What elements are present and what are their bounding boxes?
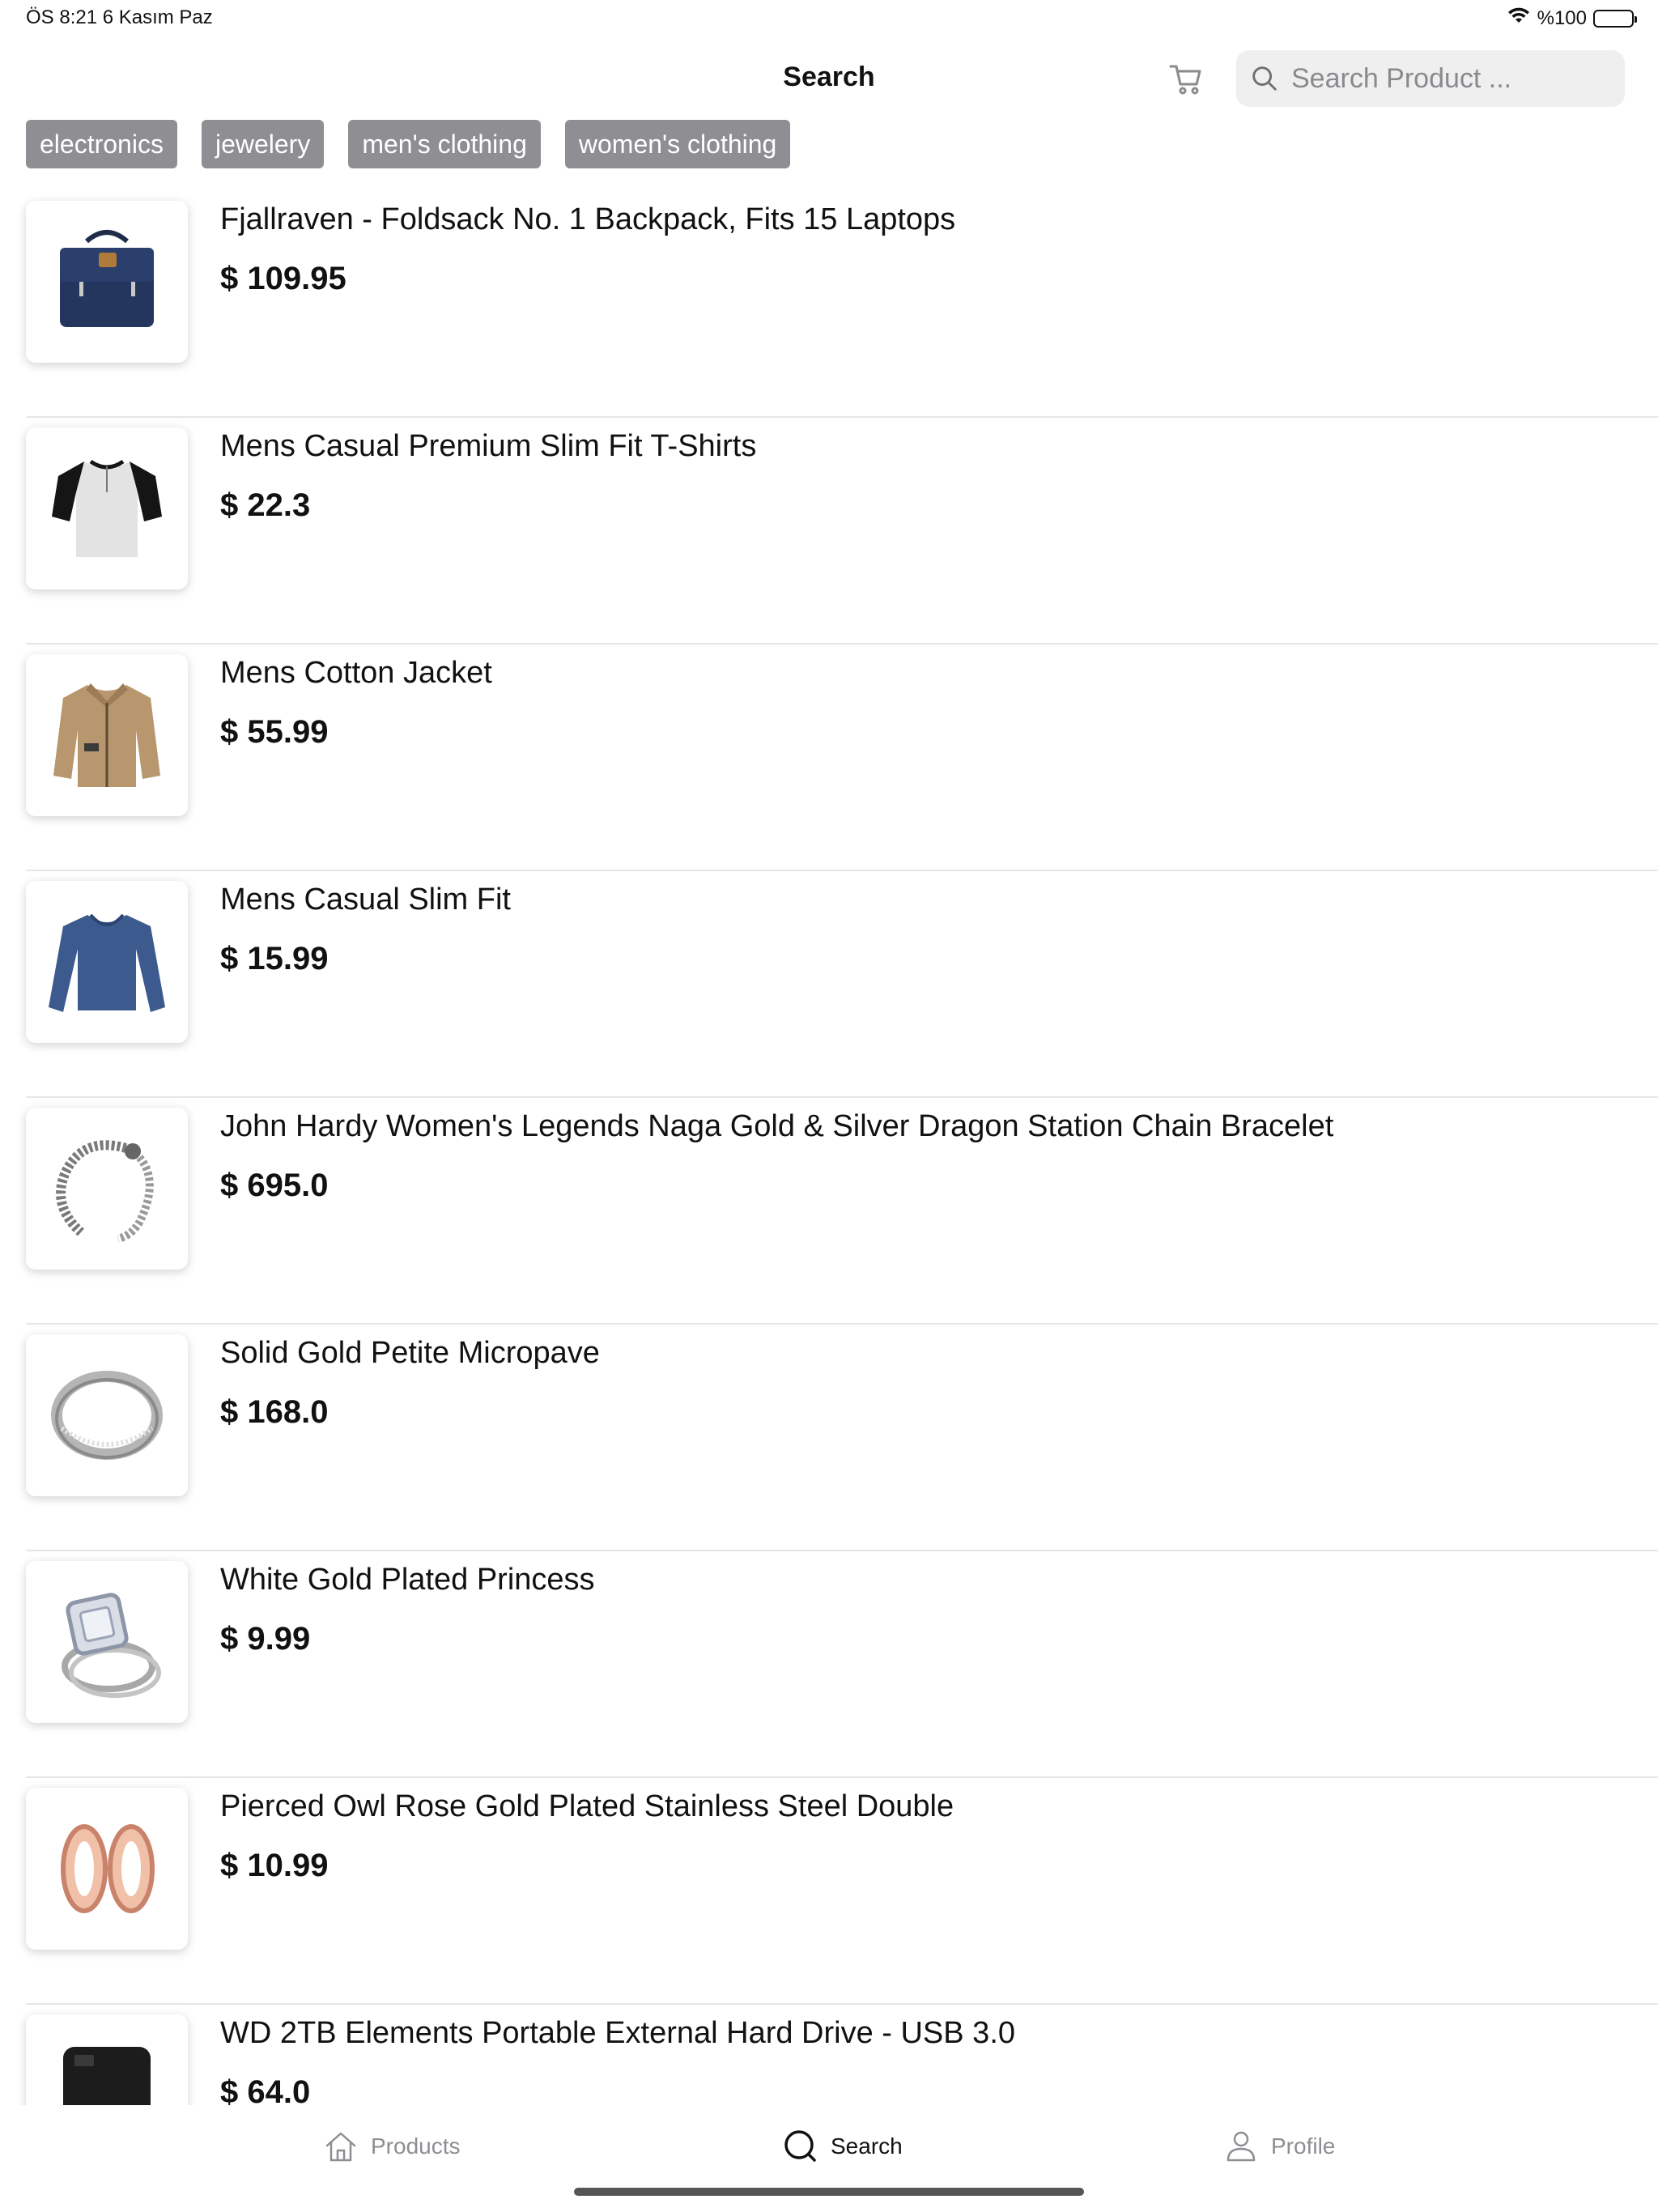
battery-icon <box>1593 9 1637 28</box>
tab-search[interactable]: Search <box>782 2128 903 2165</box>
home-indicator[interactable] <box>574 2188 1084 2196</box>
battery-percent: %100 <box>1537 6 1587 29</box>
product-row[interactable]: White Gold Plated Princess $ 9.99 <box>26 1551 1658 1778</box>
nav-bar: Search <box>0 47 1658 112</box>
product-thumbnail <box>26 881 188 1043</box>
search-icon <box>784 2130 816 2162</box>
product-price: $ 9.99 <box>220 1621 311 1657</box>
longsleeve-icon <box>49 913 165 1012</box>
ring-icon <box>51 1371 163 1460</box>
product-thumbnail <box>26 201 188 363</box>
product-name: John Hardy Women's Legends Naga Gold & S… <box>220 1109 1334 1143</box>
product-thumbnail <box>26 1108 188 1270</box>
product-row[interactable]: Mens Cotton Jacket $ 55.99 <box>26 644 1658 871</box>
product-price: $ 695.0 <box>220 1168 329 1203</box>
category-chip-jewelery[interactable]: jewelery <box>201 120 325 168</box>
product-name: Fjallraven - Foldsack No. 1 Backpack, Fi… <box>220 202 956 236</box>
person-icon <box>1226 2131 1256 2162</box>
wifi-icon <box>1507 6 1531 30</box>
product-name: Pierced Owl Rose Gold Plated Stainless S… <box>220 1789 954 1823</box>
product-row[interactable]: WD 2TB Elements Portable External Hard D… <box>26 2005 1658 2105</box>
product-name: Mens Cotton Jacket <box>220 656 492 690</box>
product-row[interactable]: Fjallraven - Foldsack No. 1 Backpack, Fi… <box>26 191 1658 418</box>
product-row[interactable]: Pierced Owl Rose Gold Plated Stainless S… <box>26 1778 1658 2005</box>
cart-button[interactable] <box>1166 58 1208 100</box>
earrings-icon <box>61 1824 155 1913</box>
product-thumbnail <box>26 1334 188 1496</box>
category-chip-electronics[interactable]: electronics <box>26 120 177 168</box>
product-price: $ 15.99 <box>220 941 329 976</box>
category-filters: electronics jewelery men's clothing wome… <box>26 120 791 168</box>
status-indicators: %100 <box>1507 6 1637 30</box>
category-chip-womens-clothing[interactable]: women's clothing <box>564 120 791 168</box>
tab-label: Products <box>371 2133 461 2159</box>
product-name: WD 2TB Elements Portable External Hard D… <box>220 2016 1016 2050</box>
cart-icon <box>1169 65 1201 95</box>
jacket-icon <box>53 683 160 787</box>
tab-label: Profile <box>1271 2133 1336 2159</box>
product-price: $ 55.99 <box>220 714 329 750</box>
product-name: Mens Casual Slim Fit <box>220 883 511 917</box>
product-row[interactable]: Mens Casual Premium Slim Fit T-Shirts $ … <box>26 418 1658 644</box>
tshirt-icon <box>52 459 162 557</box>
product-price: $ 22.3 <box>220 487 311 523</box>
product-name: White Gold Plated Princess <box>220 1563 595 1597</box>
product-price: $ 168.0 <box>220 1394 329 1430</box>
hard-drive-icon <box>63 2047 151 2105</box>
bracelet-icon <box>56 1140 154 1243</box>
diamond-ring-icon <box>62 1593 161 1698</box>
backpack-icon <box>60 230 154 327</box>
search-icon <box>1252 66 1277 91</box>
product-row[interactable]: Mens Casual Slim Fit $ 15.99 <box>26 871 1658 1098</box>
home-icon <box>325 2132 356 2162</box>
product-thumbnail <box>26 1561 188 1723</box>
product-name: Mens Casual Premium Slim Fit T-Shirts <box>220 429 757 463</box>
product-row[interactable]: Solid Gold Petite Micropave $ 168.0 <box>26 1325 1658 1551</box>
product-price: $ 64.0 <box>220 2074 311 2105</box>
search-field[interactable] <box>1236 50 1625 107</box>
product-thumbnail <box>26 428 188 589</box>
tab-profile[interactable]: Profile <box>1222 2128 1335 2165</box>
tab-bar: Products Search Profile <box>0 2105 1658 2212</box>
product-list[interactable]: Fjallraven - Foldsack No. 1 Backpack, Fi… <box>0 191 1658 2105</box>
product-thumbnail <box>26 654 188 816</box>
product-price: $ 10.99 <box>220 1848 329 1883</box>
product-thumbnail <box>26 2014 188 2105</box>
tab-label: Search <box>831 2133 903 2159</box>
search-input[interactable] <box>1290 62 1617 96</box>
status-bar: ÖS 8:21 6 Kasım Paz %100 <box>0 0 1658 37</box>
category-chip-mens-clothing[interactable]: men's clothing <box>348 120 541 168</box>
product-row[interactable]: John Hardy Women's Legends Naga Gold & S… <box>26 1098 1658 1325</box>
tab-products[interactable]: Products <box>322 2128 461 2165</box>
product-price: $ 109.95 <box>220 261 346 296</box>
product-name: Solid Gold Petite Micropave <box>220 1336 600 1370</box>
status-time: ÖS 8:21 6 Kasım Paz <box>26 6 213 28</box>
product-thumbnail <box>26 1788 188 1950</box>
